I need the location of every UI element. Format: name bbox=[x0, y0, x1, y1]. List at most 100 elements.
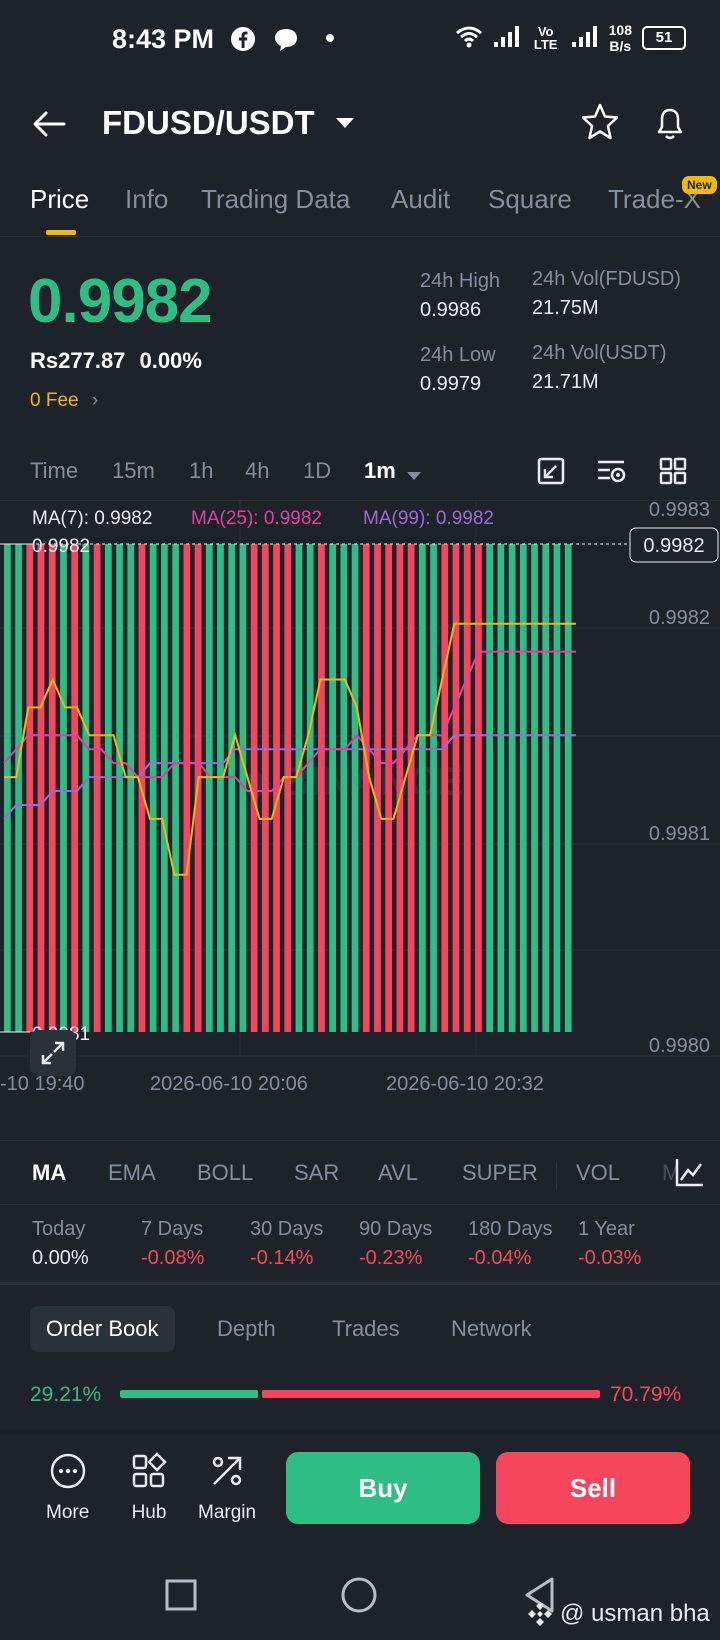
dropdown-caret-icon[interactable] bbox=[334, 116, 356, 135]
candle-down bbox=[93, 544, 101, 1032]
candle-up bbox=[217, 544, 224, 1032]
divider bbox=[0, 1204, 720, 1205]
candle-down bbox=[71, 544, 79, 1032]
binance-logo-icon bbox=[526, 1600, 554, 1633]
buy-button[interactable]: Buy bbox=[286, 1452, 480, 1524]
candle-down bbox=[250, 544, 258, 1032]
perf-30d: 30 Days -0.14% bbox=[250, 1218, 324, 1269]
margin-button[interactable]: Margin bbox=[198, 1452, 256, 1524]
ratio-bar bbox=[120, 1390, 600, 1398]
perf-today: Today 0.00% bbox=[32, 1218, 89, 1269]
recent-apps-icon[interactable] bbox=[164, 1578, 198, 1617]
tab-price[interactable]: Price bbox=[30, 184, 89, 215]
main-tabs: Price Info Trading Data Audit Square Tra… bbox=[0, 176, 720, 236]
tab-trades[interactable]: Trades bbox=[332, 1306, 400, 1352]
tab-order-book[interactable]: Order Book bbox=[30, 1306, 175, 1352]
indicator-vol[interactable]: VOL bbox=[576, 1160, 620, 1186]
low-label: 24h Low bbox=[420, 344, 496, 366]
new-badge: New bbox=[682, 176, 717, 194]
interval-15m[interactable]: 15m bbox=[112, 458, 155, 484]
chat-bubble-icon bbox=[272, 27, 300, 58]
candle-down bbox=[475, 544, 482, 1032]
vol-base-label: 24h Vol(FDUSD) bbox=[532, 268, 681, 290]
interval-1h[interactable]: 1h bbox=[189, 458, 213, 484]
candle-up bbox=[149, 544, 157, 1032]
volte-label: Vo LTE bbox=[533, 24, 558, 52]
back-arrow-icon[interactable] bbox=[30, 106, 70, 142]
candle-down bbox=[261, 544, 269, 1032]
interval-4h[interactable]: 4h bbox=[245, 458, 269, 484]
indicator-sar[interactable]: SAR bbox=[294, 1160, 339, 1186]
candle-up bbox=[161, 544, 168, 1032]
candle-down bbox=[441, 544, 449, 1032]
tab-trading-data[interactable]: Trading Data bbox=[201, 184, 350, 215]
tab-audit[interactable]: Audit bbox=[391, 184, 450, 215]
candle-up bbox=[497, 544, 505, 1032]
perf-180d: 180 Days -0.04% bbox=[468, 1218, 553, 1269]
candle-up bbox=[82, 544, 90, 1032]
candle-up bbox=[430, 544, 437, 1032]
interval-1d[interactable]: 1D bbox=[303, 458, 331, 484]
grid-layout-icon[interactable] bbox=[658, 456, 688, 491]
notification-dot-icon bbox=[326, 34, 334, 42]
fullscreen-icon[interactable] bbox=[30, 1030, 76, 1076]
status-time: 8:43 PM bbox=[112, 24, 215, 54]
candle-down bbox=[463, 544, 471, 1032]
indicator-divider bbox=[556, 1162, 557, 1190]
home-icon[interactable] bbox=[340, 1576, 378, 1619]
indicator-avl[interactable]: AVL bbox=[378, 1160, 418, 1186]
header: FDUSD/USDT bbox=[0, 84, 720, 164]
high-label: 24h High bbox=[420, 270, 501, 292]
candlestick-chart[interactable]: ◆ BINANCE 0.99830.99820.99810.9980-10 19… bbox=[0, 500, 720, 1140]
vol-quote-label: 24h Vol(USDT) bbox=[532, 342, 667, 364]
local-price: Rs277.87 bbox=[30, 348, 126, 373]
tab-network[interactable]: Network bbox=[451, 1306, 532, 1352]
indicator-settings-icon[interactable] bbox=[596, 456, 628, 491]
candle-up bbox=[519, 544, 527, 1032]
y-tick-label: 0.9982 bbox=[649, 607, 710, 629]
x-tick-label: 2026-06-10 20:32 bbox=[386, 1073, 544, 1095]
bar-shadow bbox=[0, 1430, 720, 1434]
ma99-legend: MA(99): 0.9982 bbox=[363, 508, 494, 529]
indicator-ema[interactable]: EMA bbox=[108, 1160, 156, 1186]
chart-indicator-icon[interactable] bbox=[674, 1156, 706, 1193]
star-icon[interactable] bbox=[580, 102, 620, 147]
high-marker-label: 0.9982 bbox=[32, 536, 90, 557]
interval-time[interactable]: Time bbox=[30, 458, 78, 484]
bottom-action-bar: More Hub Margin Buy Sell bbox=[0, 1430, 720, 1544]
y-tick-label: 0.9983 bbox=[649, 500, 710, 521]
tab-square[interactable]: Square bbox=[488, 184, 572, 215]
ratio-bar-sell bbox=[262, 1390, 600, 1398]
candle-down bbox=[374, 544, 381, 1032]
chart-expand-icon[interactable] bbox=[536, 456, 566, 491]
indicator-boll[interactable]: BOLL bbox=[197, 1160, 253, 1186]
candle-down bbox=[48, 544, 56, 1032]
y-tick-label: 0.9980 bbox=[649, 1035, 710, 1057]
candle-up bbox=[531, 544, 538, 1032]
local-price-row: Rs277.87 0.00% bbox=[30, 348, 202, 374]
sell-button[interactable]: Sell bbox=[496, 1452, 690, 1524]
candle-up bbox=[15, 544, 22, 1032]
perf-7d: 7 Days -0.08% bbox=[141, 1218, 205, 1269]
tab-depth[interactable]: Depth bbox=[217, 1306, 276, 1352]
bell-icon[interactable] bbox=[650, 102, 690, 147]
interval-caret-icon[interactable] bbox=[406, 468, 422, 486]
status-bar: 8:43 PM Vo LTE 108 B/s 51 bbox=[0, 0, 720, 84]
candle-up bbox=[418, 544, 426, 1032]
margin-icon bbox=[212, 1456, 242, 1486]
hub-button[interactable]: Hub bbox=[130, 1452, 168, 1524]
more-button[interactable]: More bbox=[46, 1452, 89, 1524]
interval-1m[interactable]: 1m bbox=[364, 458, 396, 484]
network-speed: 108 B/s bbox=[608, 22, 632, 54]
fee-label: 0 Fee bbox=[30, 390, 79, 411]
pair-title[interactable]: FDUSD/USDT bbox=[102, 104, 315, 142]
tab-info[interactable]: Info bbox=[125, 184, 168, 215]
high-value: 0.9986 bbox=[420, 299, 482, 321]
fee-link[interactable]: 0 Fee › bbox=[30, 390, 98, 412]
indicator-ma[interactable]: MA bbox=[32, 1160, 66, 1186]
section-divider bbox=[0, 1282, 720, 1285]
facebook-icon bbox=[230, 26, 256, 57]
candle-up bbox=[508, 544, 516, 1032]
candle-up bbox=[564, 544, 572, 1032]
indicator-super[interactable]: SUPER bbox=[462, 1160, 538, 1186]
